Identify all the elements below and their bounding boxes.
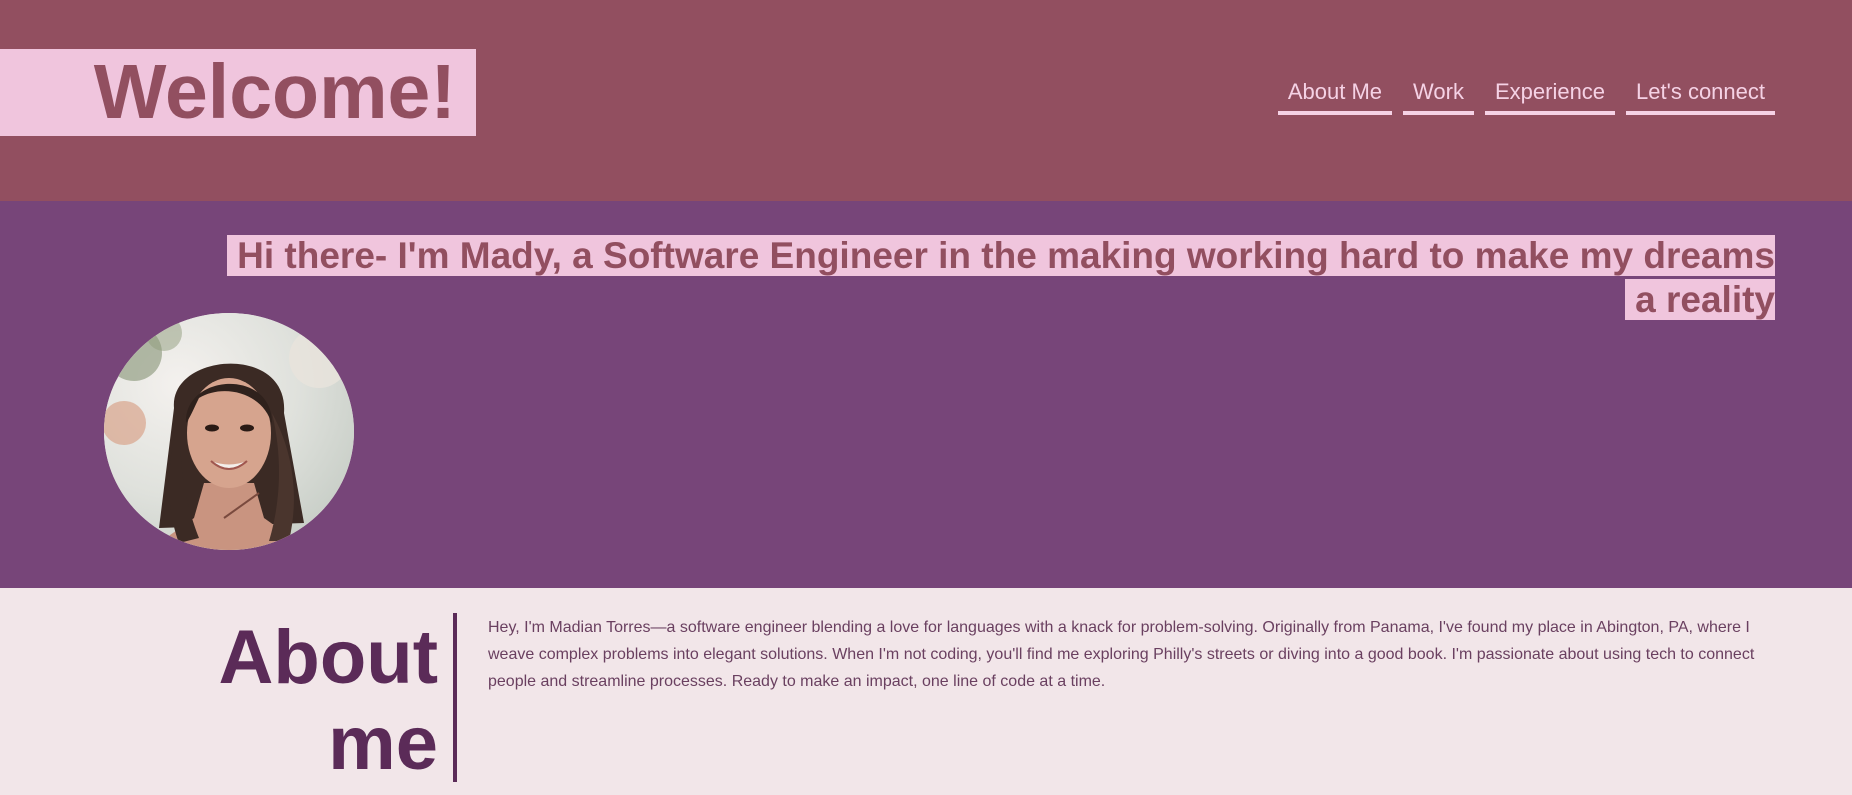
about-divider: [453, 613, 457, 782]
welcome-banner: Welcome!: [0, 49, 476, 136]
about-body: Hey, I'm Madian Torres—a software engine…: [488, 619, 1755, 690]
nav-about-me[interactable]: About Me: [1277, 75, 1393, 115]
nav-lets-connect[interactable]: Let's connect: [1626, 75, 1775, 115]
about-heading: About me: [218, 615, 438, 786]
nav-work[interactable]: Work: [1403, 75, 1474, 115]
site-header: Welcome! About Me Work Experience Let's …: [0, 0, 1852, 201]
page-title: Welcome!: [93, 49, 456, 135]
nav-experience[interactable]: Experience: [1484, 75, 1616, 115]
hero-tagline: Hi there- I'm Mady, a Software Engineer …: [227, 235, 1775, 320]
hero-tagline-container: Hi there- I'm Mady, a Software Engineer …: [205, 234, 1775, 322]
avatar: [104, 313, 354, 550]
profile-photo-icon: [104, 313, 354, 550]
main-nav: About Me Work Experience Let's connect: [1277, 75, 1775, 115]
